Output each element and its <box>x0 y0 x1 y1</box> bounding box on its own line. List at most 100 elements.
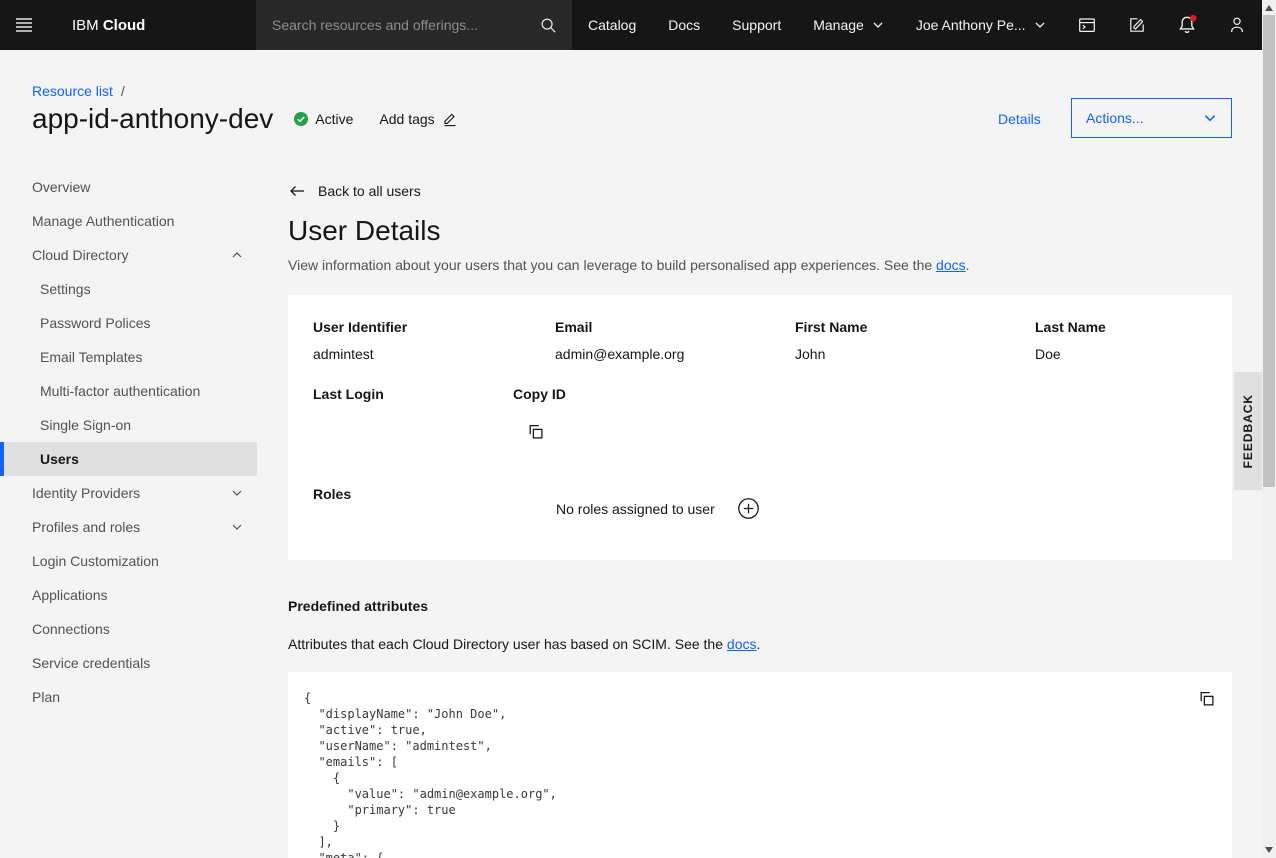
scrollbar-down-arrow[interactable] <box>1265 847 1273 853</box>
chevron-down-icon <box>872 19 884 31</box>
header-search <box>256 0 572 50</box>
scim-json-content: { "displayName": "John Doe", "active": t… <box>304 690 1216 858</box>
breadcrumb-separator: / <box>121 83 125 99</box>
sidebar-item-label: Login Customization <box>32 553 159 569</box>
menu-icon[interactable] <box>0 0 48 50</box>
nav-catalog[interactable]: Catalog <box>572 0 652 50</box>
sidebar-item-plan[interactable]: Plan <box>0 680 257 714</box>
scim-code-block: { "displayName": "John Doe", "active": t… <box>288 672 1232 858</box>
ibm-cloud-console: IBM Cloud Catalog Docs Support Manage <box>0 0 1276 858</box>
sidebar-item-cloud-directory[interactable]: Cloud Directory <box>0 238 257 272</box>
search-input[interactable] <box>256 17 524 33</box>
roles-label: Roles <box>313 486 351 502</box>
chevron-down-icon <box>1034 19 1046 31</box>
sidebar-item-label: Applications <box>32 587 108 603</box>
account-menu[interactable]: Joe Anthony Pe... <box>900 0 1062 50</box>
field-label-last-login: Last Login <box>313 386 384 402</box>
copy-icon <box>527 423 544 440</box>
sidebar-item-applications[interactable]: Applications <box>0 578 257 612</box>
feedback-edit-button[interactable] <box>1112 0 1162 50</box>
profile-button[interactable] <box>1212 0 1262 50</box>
sidebar-nav: Overview Manage Authentication Cloud Dir… <box>0 170 257 714</box>
edit-icon <box>1127 15 1147 35</box>
breadcrumb-resource-list[interactable]: Resource list <box>32 83 113 99</box>
add-role-button[interactable] <box>735 495 761 521</box>
sidebar-item-identity-providers[interactable]: Identity Providers <box>0 476 257 510</box>
terminal-icon <box>1077 15 1097 35</box>
sidebar-item-label: Plan <box>32 689 60 705</box>
nav-docs[interactable]: Docs <box>652 0 716 50</box>
sidebar-item-login-customization[interactable]: Login Customization <box>0 544 257 578</box>
sidebar-item-settings[interactable]: Settings <box>0 272 257 306</box>
field-value-email: admin@example.org <box>555 346 684 362</box>
sidebar-item-users[interactable]: Users <box>0 442 257 476</box>
sidebar-item-service-credentials[interactable]: Service credentials <box>0 646 257 680</box>
add-tags-button[interactable]: Add tags <box>379 111 457 127</box>
field-value-first-name: John <box>795 346 825 362</box>
sidebar-item-label: Password Polices <box>40 315 151 331</box>
header-nav: Catalog Docs Support Manage Joe Anthony … <box>572 0 1062 50</box>
sidebar-item-overview[interactable]: Overview <box>0 170 257 204</box>
search-button[interactable] <box>524 0 572 50</box>
sidebar-item-multi-factor-authentication[interactable]: Multi-factor authentication <box>0 374 257 408</box>
nav-support[interactable]: Support <box>716 0 797 50</box>
user-details-description: View information about your users that y… <box>288 257 1232 273</box>
copy-icon <box>1198 690 1215 707</box>
notification-dot <box>1190 15 1197 22</box>
brand-suffix: Cloud <box>103 17 146 34</box>
top-header: IBM Cloud Catalog Docs Support Manage <box>0 0 1276 50</box>
chevron-icon <box>231 249 243 261</box>
sidebar-item-label: Settings <box>40 281 91 297</box>
predefined-attributes-description: Attributes that each Cloud Directory use… <box>288 636 1232 652</box>
docs-link[interactable]: docs <box>936 257 966 273</box>
sidebar-item-label: Cloud Directory <box>32 247 128 263</box>
notifications-button[interactable] <box>1162 0 1212 50</box>
web-cli-button[interactable] <box>1062 0 1112 50</box>
brand-logo[interactable]: IBM Cloud <box>72 17 145 34</box>
copy-code-button[interactable] <box>1192 684 1220 712</box>
sidebar-item-label: Identity Providers <box>32 485 140 501</box>
sidebar-item-label: Email Templates <box>40 349 142 365</box>
copy-id-button[interactable] <box>521 417 549 445</box>
user-details-title: User Details <box>288 215 1232 247</box>
sidebar-item-label: Multi-factor authentication <box>40 383 200 399</box>
back-to-users-link[interactable]: Back to all users <box>288 183 421 199</box>
scrollbar-thumb[interactable] <box>1263 15 1275 487</box>
scrollbar-up-arrow[interactable] <box>1265 5 1273 11</box>
sidebar-item-password-polices[interactable]: Password Polices <box>0 306 257 340</box>
sidebar-item-single-sign-on[interactable]: Single Sign-on <box>0 408 257 442</box>
predefined-attributes-title: Predefined attributes <box>288 598 1232 614</box>
actions-dropdown[interactable]: Actions... <box>1071 98 1232 138</box>
chevron-down-icon <box>1203 111 1217 125</box>
check-circle-icon <box>293 111 309 127</box>
sidebar-item-profiles-and-roles[interactable]: Profiles and roles <box>0 510 257 544</box>
sidebar-item-connections[interactable]: Connections <box>0 612 257 646</box>
field-label-user-identifier: User Identifier <box>313 319 407 335</box>
sidebar-item-label: Overview <box>32 179 90 195</box>
search-icon <box>539 16 557 34</box>
field-label-copy-id: Copy ID <box>513 386 566 402</box>
docs-link[interactable]: docs <box>727 636 757 652</box>
page-body: Resource list / app-id-anthony-dev Activ… <box>0 50 1276 858</box>
details-link[interactable]: Details <box>998 111 1041 127</box>
field-label-first-name: First Name <box>795 319 867 335</box>
sidebar-item-email-templates[interactable]: Email Templates <box>0 340 257 374</box>
header-icons <box>1062 0 1262 50</box>
main-content: Back to all users User Details View info… <box>288 183 1232 858</box>
feedback-tab[interactable]: FEEDBACK <box>1234 372 1262 490</box>
status-badge: Active <box>293 111 353 127</box>
brand-prefix: IBM <box>72 17 99 34</box>
user-details-card: User Identifier Email First Name Last Na… <box>288 295 1232 560</box>
sidebar-item-label: Connections <box>32 621 110 637</box>
sidebar-item-manage-authentication[interactable]: Manage Authentication <box>0 204 257 238</box>
sidebar-item-label: Manage Authentication <box>32 213 174 229</box>
sidebar-item-label: Profiles and roles <box>32 519 140 535</box>
page-scrollbar[interactable] <box>1262 0 1276 858</box>
sidebar-item-label: Users <box>40 451 79 467</box>
sidebar-item-label: Single Sign-on <box>40 417 131 433</box>
bell-icon <box>1176 14 1198 36</box>
nav-manage[interactable]: Manage <box>797 0 900 50</box>
chevron-icon <box>231 521 243 533</box>
page-title: app-id-anthony-dev <box>32 102 273 136</box>
user-icon <box>1227 15 1247 35</box>
